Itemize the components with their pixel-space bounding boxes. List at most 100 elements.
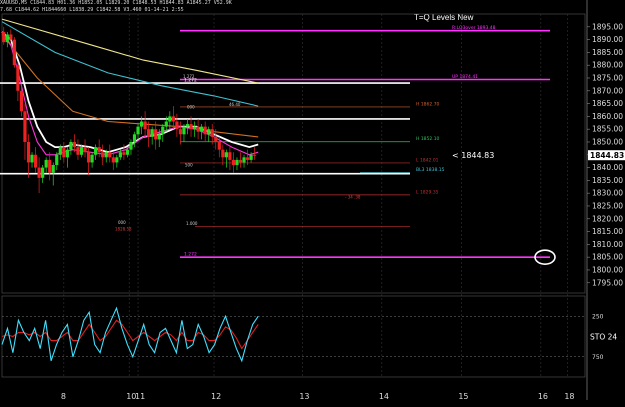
candle-body-15 [55, 154, 59, 166]
current-price-label: < 1844.83 [452, 151, 494, 160]
candle-body-58 [207, 129, 211, 135]
annotation-7: - 34 .38 [345, 194, 361, 199]
candle-body-11 [41, 167, 45, 178]
annotation-5: 000 [118, 220, 126, 225]
candle-body-37 [132, 134, 137, 142]
level-label-9: L 1829.35 [416, 189, 439, 195]
y-tick-label-7: 1860.00 [592, 112, 623, 121]
candle-body-53 [189, 124, 193, 130]
candle-body-18 [65, 149, 69, 158]
y-tick-label-4: 1875.00 [592, 73, 623, 82]
y-tick-label-9: 1850.00 [592, 137, 623, 146]
candle-body-28 [101, 152, 105, 158]
candle-body-27 [97, 147, 101, 153]
x-tick-label-8: 18 [564, 392, 574, 401]
candle-body-43 [154, 129, 158, 140]
candle-body-26 [94, 147, 98, 155]
x-tick-label-0: 8 [61, 392, 66, 401]
y-tick-label-18: 1805.00 [592, 253, 623, 262]
candle-body-32 [115, 157, 119, 163]
candle-body-61 [217, 141, 221, 150]
candle-body-50 [178, 129, 183, 135]
candle-body-7 [26, 141, 31, 163]
candle-body-8 [30, 154, 34, 163]
y-tick-label-13: 1830.00 [592, 189, 623, 198]
candle-body-48 [171, 116, 175, 122]
candle-body-6 [23, 111, 27, 142]
level-label-1: UP 1874.41 [452, 74, 478, 80]
annotation-3: 500 [185, 162, 193, 167]
candle-body-16 [58, 147, 62, 155]
y-tick-label-3: 1880.00 [592, 61, 623, 70]
candle-body-52 [185, 124, 190, 127]
candle-body-25 [90, 154, 94, 163]
ma-line-orange [1, 34, 259, 138]
candle-body-54 [192, 126, 197, 130]
candle-body-38 [136, 126, 140, 135]
candle-body-67 [238, 159, 243, 163]
level-label-5: H 1852.10 [416, 136, 440, 142]
level-label-11: 1.272 [184, 252, 197, 258]
candle-body-63 [224, 152, 228, 158]
ma-line-yellow [1, 18, 259, 84]
candle-body-42 [150, 129, 154, 137]
y-tick-label-0: 1895.00 [592, 22, 623, 31]
ma-line-cyan [1, 21, 259, 107]
level-label-8: BL3 1838.15 [416, 167, 445, 173]
candle-body-49 [175, 121, 179, 130]
candle-body-21 [76, 147, 80, 155]
candle-body-23 [83, 147, 87, 153]
candle-body-71 [253, 154, 257, 156]
y-tick-label-8: 1855.00 [592, 125, 623, 134]
candle-body-69 [245, 157, 250, 160]
candle-body-65 [231, 159, 236, 166]
candle-body-13 [48, 159, 52, 173]
ma-line-white [1, 31, 259, 154]
y-tick-label-1: 1890.00 [592, 35, 623, 44]
candle-body-34 [122, 152, 126, 155]
x-tick-label-7: 16 [538, 392, 548, 401]
candle-body-1 [5, 34, 9, 43]
y-tick-label-16: 1815.00 [592, 227, 623, 236]
candle-body-19 [69, 141, 73, 150]
y-tick-label-5: 1870.00 [592, 86, 623, 95]
candle-body-40 [143, 121, 147, 130]
candle-body-36 [129, 141, 133, 150]
candle-body-59 [210, 129, 214, 137]
candle-body-55 [196, 126, 200, 132]
candle-body-22 [79, 147, 84, 155]
current-price-box-text: 1844.83 [590, 151, 624, 160]
x-tick-label-6: 15 [458, 392, 468, 401]
candle-body-68 [242, 157, 246, 163]
price-chart[interactable]: 1895.00 1890.00 1885.00 1880.00 1875.00 1870.… [0, 0, 625, 407]
candle-body-10 [37, 167, 41, 178]
candle-body-0 [2, 31, 6, 43]
candle-body-57 [203, 126, 207, 135]
oscillator-pane-frame [1, 295, 586, 378]
y-tick-label-15: 1820.00 [592, 214, 623, 223]
y-tick-label-14: 1825.00 [592, 201, 623, 210]
candle-body-56 [200, 126, 204, 132]
candle-body-2 [9, 34, 13, 40]
candle-body-70 [249, 154, 253, 160]
y-tick-label-11: 1840.00 [592, 163, 623, 172]
candle-body-12 [44, 159, 48, 168]
x-tick-label-4: 13 [299, 392, 309, 401]
osc-level-label-1: 750 [592, 354, 604, 361]
level-label-0: R:LQ3over 1893.48 [452, 25, 496, 31]
oscillator-red-line [1, 319, 259, 350]
x-tick-label-2: 11 [135, 392, 145, 401]
candle-body-41 [147, 129, 151, 137]
level-label-6: L 1842.01 [416, 157, 439, 163]
annotation-2: 46.40 [229, 102, 241, 107]
x-tick-label-3: 12 [211, 392, 221, 401]
candle-body-35 [125, 149, 130, 155]
candle-body-51 [182, 126, 186, 135]
candle-body-29 [104, 152, 108, 158]
annotation-1: 000 [187, 105, 195, 110]
candle-body-24 [86, 152, 91, 163]
y-tick-label-19: 1800.00 [592, 265, 623, 274]
annotation-0: 1.272 [183, 74, 195, 79]
y-tick-label-17: 1810.00 [592, 240, 623, 249]
candle-body-5 [19, 90, 24, 112]
